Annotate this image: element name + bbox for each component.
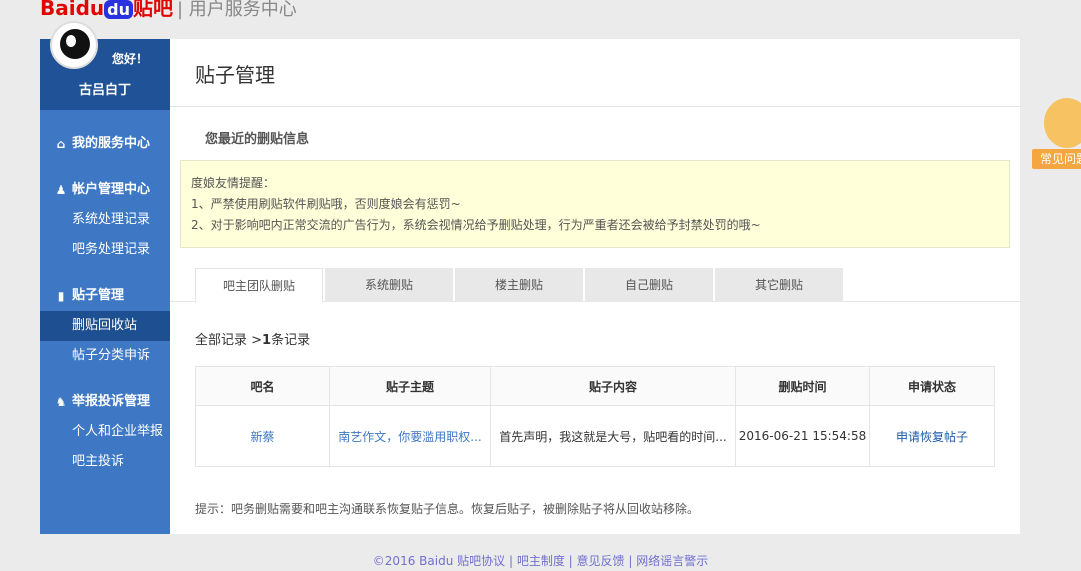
document-icon: ▮ — [57, 289, 65, 303]
user-panel: 您好！ 古吕白丁 — [40, 21, 170, 110]
sidebar: 您好！ 古吕白丁 ⌂ 我的服务中心 ♟ 帐户管理中心 系统处理记录 吧务处理记录 ▮… — [40, 21, 170, 534]
hint-text: 提示：吧务删贴需要和吧主沟通联系恢复贴子信息。恢复后贴子，被删除贴子将从回收站移… — [195, 502, 700, 516]
sidebar-section-reports[interactable]: ♞ 举报投诉管理 — [40, 387, 170, 417]
faq-widget[interactable]: 常见问题 — [1032, 98, 1081, 170]
deleted-posts-table: 吧名 贴子主题 贴子内容 删贴时间 申请状态 新蔡 南艺作文，你要滥用职权...… — [195, 366, 995, 467]
column-header: 贴子内容 — [490, 366, 736, 406]
copyright: ©2016 Baidu — [372, 554, 454, 568]
table-row: 新蔡 南艺作文，你要滥用职权... 首先声明，我这就是大号，贴吧看的时间... … — [195, 405, 995, 467]
delete-time: 2016-06-21 15:54:58 — [735, 405, 870, 467]
breadcrumb-separator: > — [247, 333, 263, 348]
notice-box: 度娘友情提醒： 1、严禁使用刷贴软件刷贴哦，否则度娘会有惩罚~ 2、对于影响吧内… — [180, 160, 1010, 248]
greeting: 您好！ — [112, 52, 149, 66]
section-label: 帐户管理中心 — [72, 182, 151, 197]
breadcrumb: 全部记录 >1条记录 — [195, 329, 310, 348]
section-label: 举报投诉管理 — [72, 394, 151, 409]
footer-link-rumor-warning[interactable]: 网络谣言警示 — [636, 554, 708, 568]
sidebar-item-category-appeal[interactable]: 帖子分类申诉 — [40, 341, 170, 371]
footer-link-moderator-rules[interactable]: 吧主制度 — [517, 554, 565, 568]
sidebar-item-personal-report[interactable]: 个人和企业举报 — [40, 417, 170, 447]
footer: ©2016 Baidu 贴吧协议 | 吧主制度 | 意见反馈 | 网络谣言警示 — [372, 554, 709, 568]
report-user-icon: ♞ — [55, 395, 67, 409]
sidebar-item-recycle-bin[interactable]: 删贴回收站 — [40, 311, 170, 341]
sidebar-item-moderator-complaint[interactable]: 吧主投诉 — [40, 447, 170, 477]
tab-moderator-deleted[interactable]: 吧主团队删贴 — [195, 268, 323, 303]
tab-system-deleted[interactable]: 系统删贴 — [325, 268, 453, 302]
faq-label: 常见问题 — [1032, 149, 1081, 169]
sidebar-item-system-records[interactable]: 系统处理记录 — [40, 205, 170, 235]
footer-link-agreement[interactable]: 贴吧协议 — [457, 554, 505, 568]
tab-other-deleted[interactable]: 其它删贴 — [715, 268, 843, 302]
column-header: 贴子主题 — [329, 366, 491, 406]
baidu-tieba-logo[interactable]: Baidu du 贴吧 | 用户服务中心 — [40, 0, 297, 21]
sidebar-section-service-center[interactable]: ⌂ 我的服务中心 — [40, 129, 170, 159]
section-label: 我的服务中心 — [72, 136, 151, 151]
forum-link[interactable]: 新蔡 — [250, 430, 274, 444]
notice-line: 2、对于影响吧内正常交流的广告行为，系统会视情况给予删贴处理，行为严重者还会被给… — [191, 218, 761, 232]
tab-op-deleted[interactable]: 楼主删贴 — [455, 268, 583, 302]
breadcrumb-all[interactable]: 全部记录 — [195, 333, 247, 348]
table-header-row: 吧名 贴子主题 贴子内容 删贴时间 申请状态 — [195, 366, 995, 406]
section-label: 贴子管理 — [72, 288, 125, 303]
page-title: 贴子管理 — [170, 39, 1020, 107]
sidebar-section-account[interactable]: ♟ 帐户管理中心 — [40, 175, 170, 205]
sidebar-item-bawu-records[interactable]: 吧务处理记录 — [40, 235, 170, 265]
user-icon: ♟ — [55, 183, 67, 197]
main-panel: 贴子管理 您最近的删贴信息 度娘友情提醒： 1、严禁使用刷贴软件刷贴哦，否则度娘… — [170, 39, 1020, 534]
bear-mascot-icon — [1044, 98, 1081, 148]
breadcrumb-suffix: 条记录 — [271, 333, 311, 348]
column-header: 申请状态 — [869, 366, 995, 406]
record-count: 1 — [262, 333, 272, 348]
tab-self-deleted[interactable]: 自己删贴 — [585, 268, 713, 302]
avatar[interactable] — [50, 21, 98, 69]
notice-title: 度娘友情提醒： — [191, 176, 276, 190]
notice-line: 1、严禁使用刷贴软件刷贴哦，否则度娘会有惩罚~ — [191, 197, 461, 211]
logo-brand: Baidu — [40, 0, 105, 20]
restore-post-link[interactable]: 申请恢复帖子 — [896, 430, 968, 444]
column-header: 吧名 — [195, 366, 330, 406]
section-subtitle: 您最近的删贴信息 — [205, 132, 310, 147]
footer-link-feedback[interactable]: 意见反馈 — [577, 554, 625, 568]
logo-tieba: 贴吧 — [133, 0, 173, 20]
home-icon: ⌂ — [56, 137, 66, 151]
logo-subtitle: | 用户服务中心 — [177, 0, 297, 20]
tab-bar: 吧主团队删贴 系统删贴 楼主删贴 自己删贴 其它删贴 — [170, 268, 1020, 303]
username[interactable]: 古吕白丁 — [40, 79, 170, 98]
post-title-link[interactable]: 南艺作文，你要滥用职权... — [338, 430, 481, 444]
column-header: 删贴时间 — [735, 366, 870, 406]
sidebar-section-posts[interactable]: ▮ 贴子管理 — [40, 281, 170, 311]
post-content: 首先声明，我这就是大号，贴吧看的时间... — [490, 405, 736, 467]
